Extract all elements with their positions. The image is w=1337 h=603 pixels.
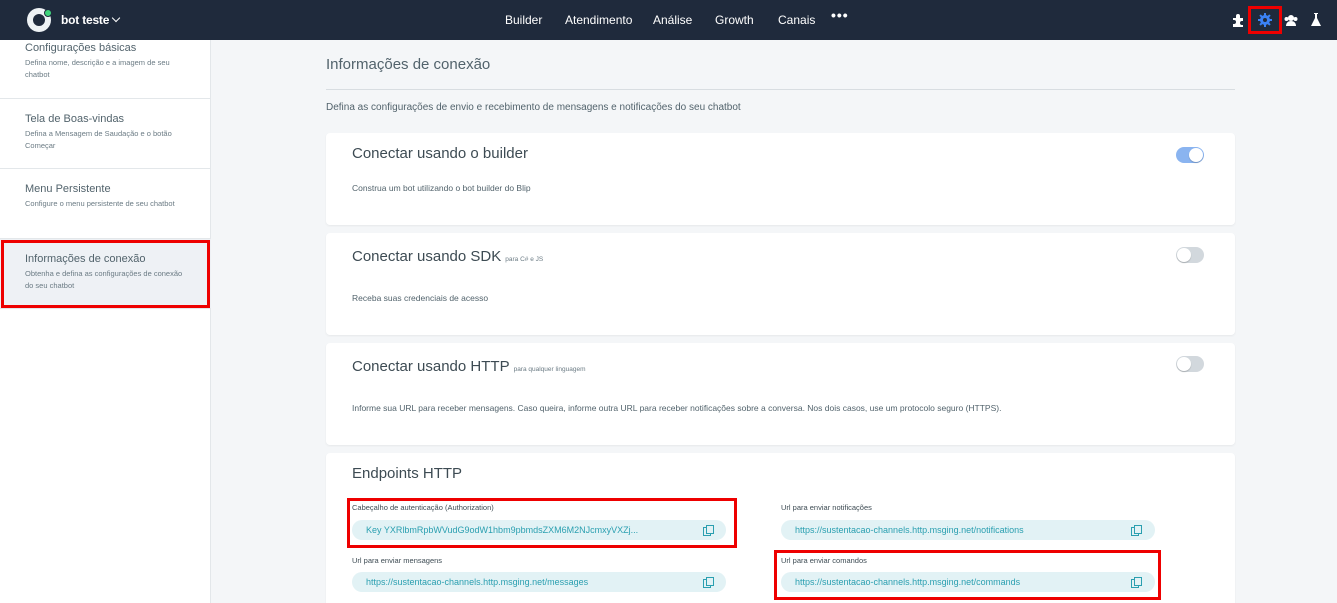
sidebar-item-title: Tela de Boas-vindas <box>25 113 125 125</box>
puzzle-icon[interactable] <box>1231 12 1247 28</box>
sidebar-item-menu-persistente[interactable]: Menu Persistente Configure o menu persis… <box>0 169 211 239</box>
copy-icon[interactable] <box>703 577 714 588</box>
sidebar-highlight-box <box>1 240 210 308</box>
card-title: Conectar usando HTTP para qualquer lingua… <box>352 358 586 375</box>
builder-toggle[interactable] <box>1176 147 1204 163</box>
endpoints-title: Endpoints HTTP <box>352 465 463 482</box>
card-description: Construa um bot utilizando o bot builder… <box>352 183 531 193</box>
card-sdk: Conectar usando SDK para C# e JS Receba s… <box>326 233 1235 335</box>
sidebar-item-title: Menu Persistente <box>25 183 111 195</box>
bot-name-label: bot teste <box>61 13 110 27</box>
http-toggle[interactable] <box>1176 356 1204 372</box>
sidebar-item-desc: Configure o menu persistente de seu chat… <box>25 199 175 208</box>
card-description: Receba suas credenciais de acesso <box>352 293 489 303</box>
sidebar-item-configuracoes-basicas[interactable]: Configurações básicas Defina nome, descr… <box>0 40 211 99</box>
nav-more-button[interactable]: ••• <box>831 7 849 23</box>
notif-url-value: https://sustentacao-channels.http.msging… <box>795 525 1024 535</box>
nav-growth[interactable]: Growth <box>715 13 754 27</box>
card-http: Conectar usando HTTP para qualquer lingua… <box>326 343 1235 445</box>
sidebar-item-title: Configurações básicas <box>25 42 137 54</box>
nav-analise[interactable]: Análise <box>653 13 692 27</box>
auth-highlight-box <box>347 498 737 548</box>
sidebar-item-tela-boas-vindas[interactable]: Tela de Boas-vindas Defina a Mensagem de… <box>0 99 211 169</box>
nav-canais[interactable]: Canais <box>778 13 815 27</box>
card-note: para qualquer linguagem <box>513 366 586 373</box>
card-title: Conectar usando SDK para C# e JS <box>352 248 544 265</box>
top-navigation-bar: bot teste Builder Atendimento Análise Gr… <box>0 0 1337 40</box>
online-status-dot <box>44 9 52 17</box>
bot-selector[interactable]: bot teste <box>61 13 121 27</box>
page-title: Informações de conexão <box>326 56 491 73</box>
settings-sidebar: Configurações básicas Defina nome, descr… <box>0 40 211 603</box>
sidebar-item-desc: Defina a Mensagem de Saudação e o botão … <box>25 129 172 150</box>
sidebar-item-desc: Defina nome, descrição e a imagem de seu… <box>25 58 170 79</box>
nav-builder[interactable]: Builder <box>505 13 542 27</box>
chevron-down-icon <box>111 13 121 23</box>
messages-url-label: Url para enviar mensagens <box>352 556 443 565</box>
copy-icon[interactable] <box>1131 525 1142 536</box>
messages-url-value: https://sustentacao-channels.http.msging… <box>366 577 589 587</box>
notif-url-field[interactable]: https://sustentacao-channels.http.msging… <box>781 520 1155 540</box>
commands-highlight-box <box>774 550 1161 600</box>
card-note: para C# e JS <box>505 256 544 263</box>
nav-atendimento[interactable]: Atendimento <box>565 13 632 27</box>
notif-url-label: Url para enviar notificações <box>781 503 872 512</box>
title-divider <box>326 89 1235 90</box>
messages-url-field[interactable]: https://sustentacao-channels.http.msging… <box>352 572 726 592</box>
card-builder: Conectar usando o builder Construa um bo… <box>326 133 1235 225</box>
page-description: Defina as configurações de envio e receb… <box>326 102 741 113</box>
gear-highlight-box <box>1248 6 1282 34</box>
sdk-toggle[interactable] <box>1176 247 1204 263</box>
card-description: Informe sua URL para receber mensagens. … <box>352 403 1002 413</box>
flask-icon[interactable] <box>1308 12 1324 28</box>
card-title: Conectar usando o builder <box>352 145 528 162</box>
team-icon[interactable] <box>1283 12 1299 28</box>
